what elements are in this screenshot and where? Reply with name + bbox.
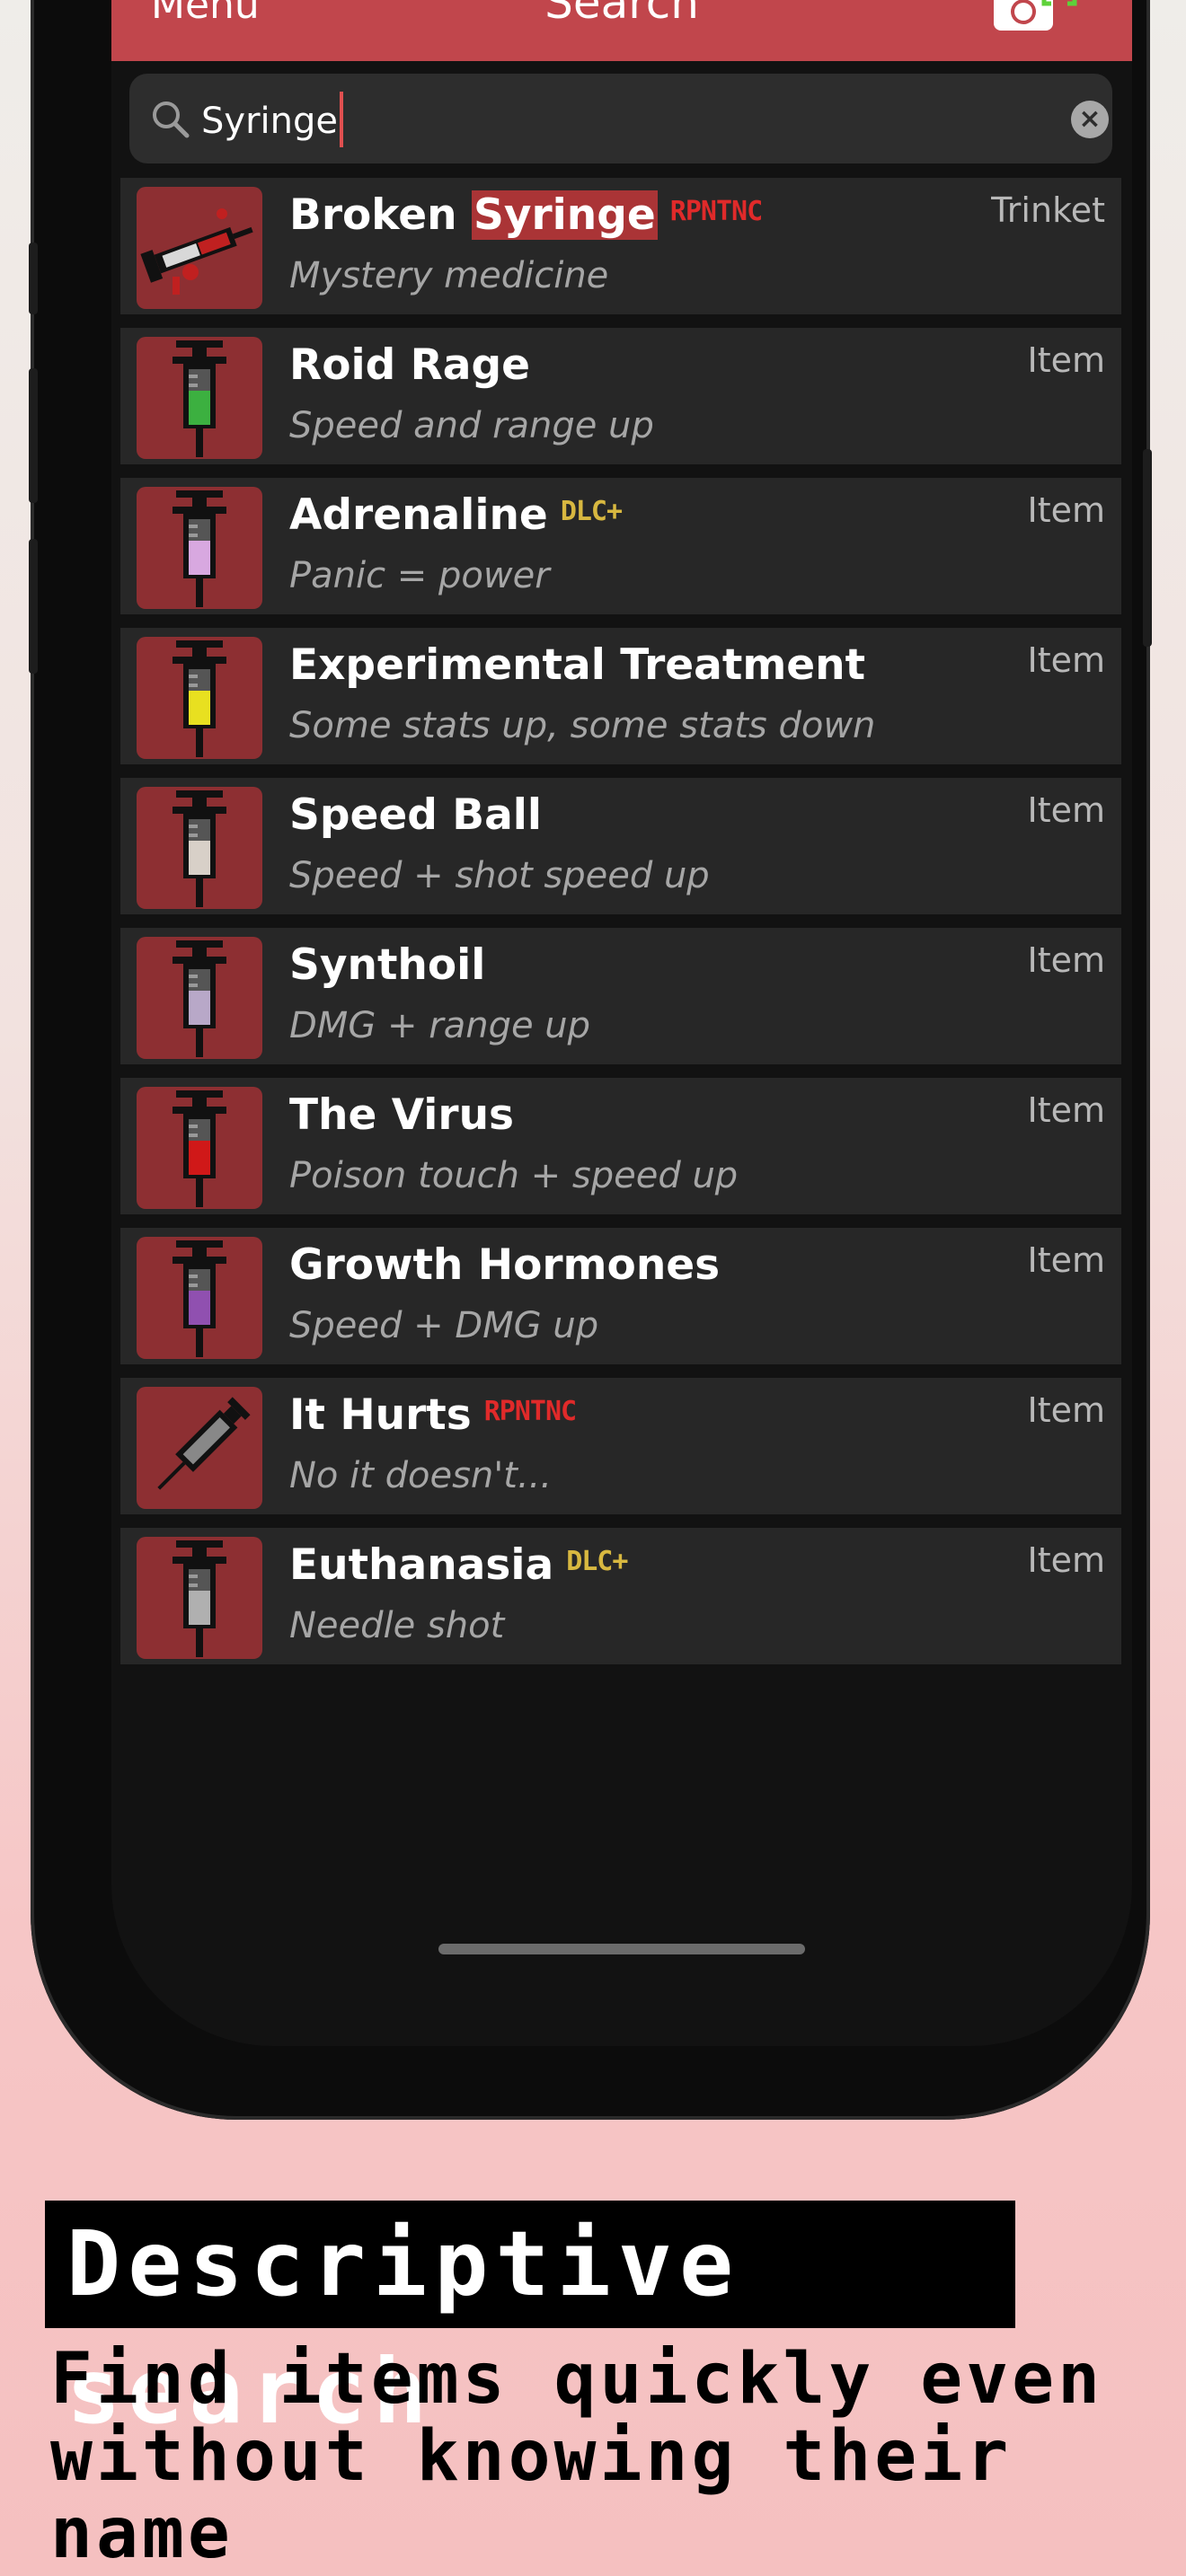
result-description: Poison touch + speed up xyxy=(289,1155,739,1196)
item-sprite-icon xyxy=(137,337,262,459)
result-title-text: Speed Ball xyxy=(289,790,543,840)
result-title-text: It Hurts xyxy=(289,1390,472,1440)
page-title: Search xyxy=(544,0,699,29)
search-bar[interactable]: Syringe × xyxy=(129,74,1112,163)
result-description: Speed + DMG up xyxy=(289,1305,599,1346)
result-title: Experimental Treatment xyxy=(289,640,865,690)
search-icon xyxy=(153,101,190,138)
result-type: Item xyxy=(1027,1240,1105,1280)
caption-subtitle: Find items quickly even without knowing … xyxy=(50,2341,1173,2572)
result-row[interactable]: It Hurts RPNTNC No it doesn't... Item xyxy=(120,1378,1121,1514)
result-row[interactable]: Experimental Treatment Some stats up, som… xyxy=(120,628,1121,764)
results-list: Broken Syringe RPNTNC Mystery medicine Trin… xyxy=(120,178,1121,1678)
volume-up-button xyxy=(29,368,38,503)
result-title-text: Growth Hormones xyxy=(289,1240,721,1290)
result-title-text: Synthoil xyxy=(289,940,486,990)
volume-down-button xyxy=(29,539,38,674)
result-description: Mystery medicine xyxy=(289,255,609,296)
item-sprite-icon xyxy=(137,487,262,609)
result-title: The Virus xyxy=(289,1090,514,1140)
clear-search-icon[interactable]: × xyxy=(1071,101,1109,138)
result-type: Item xyxy=(1027,1090,1105,1130)
result-row[interactable]: Broken Syringe RPNTNC Mystery medicine Trin… xyxy=(120,178,1121,314)
result-title-text: Broken xyxy=(289,190,472,240)
result-title: Synthoil xyxy=(289,940,485,990)
caption-line-2: without knowing their name xyxy=(50,2416,1013,2574)
result-type: Item xyxy=(1027,640,1105,680)
item-sprite-icon xyxy=(137,1387,262,1509)
result-type: Item xyxy=(1027,940,1105,980)
result-type: Item xyxy=(1027,340,1105,380)
result-description: No it doesn't... xyxy=(289,1455,553,1496)
caption-line-1: Find items quickly even xyxy=(50,2339,1104,2420)
item-sprite-icon xyxy=(137,187,262,309)
result-type: Item xyxy=(1027,790,1105,830)
search-input-value: Syringe xyxy=(201,101,338,142)
item-sprite-icon xyxy=(137,1237,262,1359)
result-title: Growth Hormones xyxy=(289,1240,720,1290)
dlc-badge: DLC+ xyxy=(566,1546,628,1577)
result-title-text: The Virus xyxy=(289,1090,515,1140)
result-row[interactable]: Adrenaline DLC+ Panic = power Item xyxy=(120,478,1121,614)
home-indicator[interactable] xyxy=(438,1944,805,1954)
phone-frame: Menu Search Syringe × Broken Syringe RPN… xyxy=(29,0,1152,2120)
item-sprite-icon xyxy=(137,937,262,1059)
result-type: Item xyxy=(1027,1390,1105,1430)
result-row[interactable]: Euthanasia DLC+ Needle shot Item xyxy=(120,1528,1121,1664)
result-description: Needle shot xyxy=(289,1605,505,1646)
result-title-text: Roid Rage xyxy=(289,340,531,390)
text-caret xyxy=(339,92,343,147)
result-type: Item xyxy=(1027,1540,1105,1580)
result-row[interactable]: Growth Hormones Speed + DMG up Item xyxy=(120,1228,1121,1364)
search-match-highlight: Syringe xyxy=(472,190,658,240)
app-screen: Menu Search Syringe × Broken Syringe RPN… xyxy=(111,0,1132,2046)
camera-scan-icon xyxy=(994,0,1077,31)
result-title: Broken Syringe RPNTNC xyxy=(289,190,763,240)
search-input[interactable]: Syringe xyxy=(201,92,343,151)
result-description: Some stats up, some stats down xyxy=(289,705,876,746)
result-title: Adrenaline DLC+ xyxy=(289,490,623,540)
item-sprite-icon xyxy=(137,1537,262,1659)
result-title-text: Adrenaline xyxy=(289,490,548,540)
result-row[interactable]: Roid Rage Speed and range up Item xyxy=(120,328,1121,464)
result-type: Trinket xyxy=(991,190,1105,230)
result-title: Speed Ball xyxy=(289,790,542,840)
side-button xyxy=(29,243,38,314)
dlc-badge: DLC+ xyxy=(560,496,623,527)
result-type: Item xyxy=(1027,490,1105,530)
item-sprite-icon xyxy=(137,787,262,909)
result-description: Speed + shot speed up xyxy=(289,855,710,896)
result-title: Roid Rage xyxy=(289,340,530,390)
result-row[interactable]: The Virus Poison touch + speed up Item xyxy=(120,1078,1121,1214)
result-title: It Hurts RPNTNC xyxy=(289,1390,577,1440)
power-button xyxy=(1143,449,1152,647)
result-title-text: Experimental Treatment xyxy=(289,640,866,690)
item-sprite-icon xyxy=(137,1087,262,1209)
result-description: DMG + range up xyxy=(289,1005,591,1046)
result-title-text: Euthanasia xyxy=(289,1540,554,1590)
navigation-bar: Menu Search xyxy=(111,0,1132,61)
result-title: Euthanasia DLC+ xyxy=(289,1540,628,1590)
result-description: Panic = power xyxy=(289,555,550,596)
caption-title: Descriptive search xyxy=(45,2201,1015,2444)
result-description: Speed and range up xyxy=(289,405,654,446)
result-row[interactable]: Speed Ball Speed + shot speed up Item xyxy=(120,778,1121,914)
repentance-badge: RPNTNC xyxy=(483,1396,577,1427)
item-sprite-icon xyxy=(137,637,262,759)
camera-scan-button[interactable] xyxy=(990,0,1080,36)
repentance-badge: RPNTNC xyxy=(669,196,763,227)
result-row[interactable]: Synthoil DMG + range up Item xyxy=(120,928,1121,1064)
